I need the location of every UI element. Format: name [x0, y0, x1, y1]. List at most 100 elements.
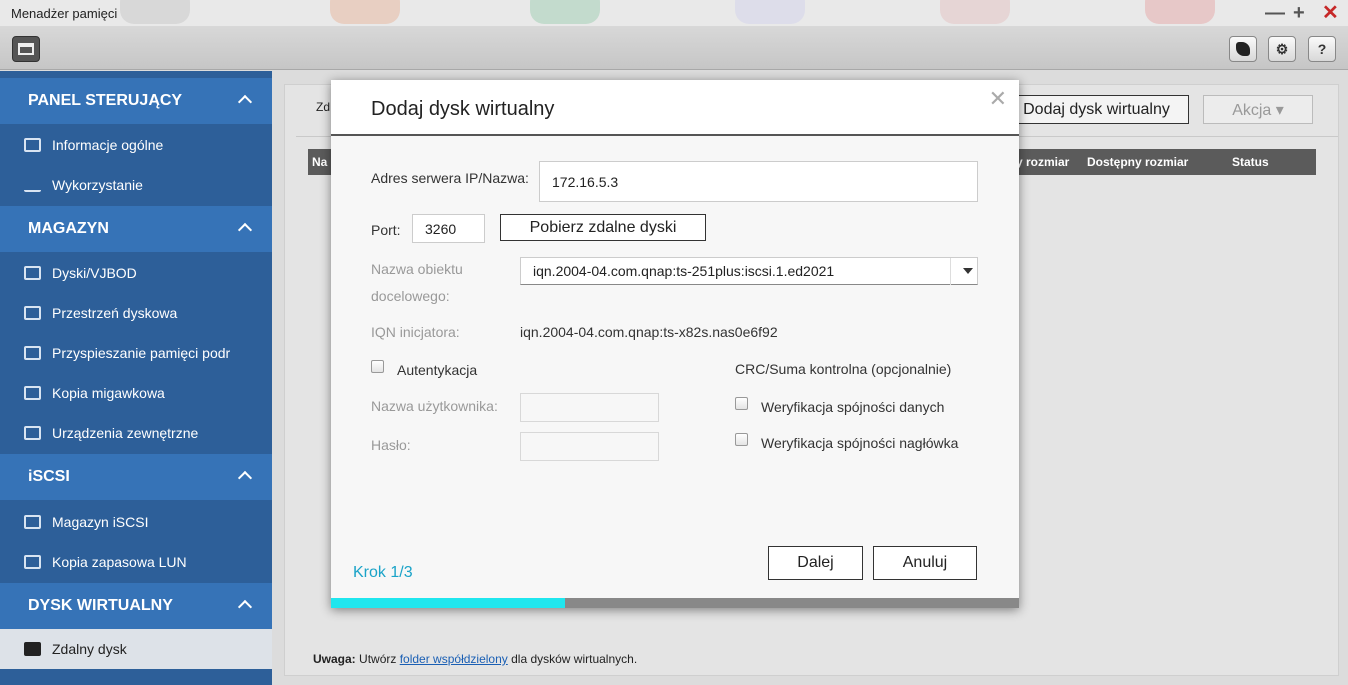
background-app-icon [120, 0, 190, 24]
dialog-title: Dodaj dysk wirtualny [371, 98, 555, 120]
help-button[interactable]: ? [1308, 36, 1336, 62]
auth-label: Autentykacja [397, 362, 478, 378]
external-device-icon [24, 426, 41, 440]
sidebar-item-przyspieszanie[interactable]: Przyspieszanie pamięci podr [0, 333, 272, 373]
password-label: Hasło: [371, 437, 411, 453]
sidebar-item-zdalny-dysk[interactable]: Zdalny dysk [0, 629, 272, 669]
dialog-header: Dodaj dysk wirtualny ✕ [331, 80, 1019, 136]
sidebar-item-wykorzystanie[interactable]: Wykorzystanie [0, 165, 272, 205]
chevron-down-icon [963, 268, 973, 274]
lun-backup-icon [24, 555, 41, 569]
fetch-remote-disks-button[interactable]: Pobierz zdalne dyski [500, 214, 706, 241]
sidebar: PANEL STERUJĄCY Informacje ogólne Wykorz… [0, 71, 272, 685]
background-app-icon [1145, 0, 1215, 24]
action-dropdown-button[interactable]: Akcja ▾ [1203, 95, 1313, 124]
sidebar-item-label: Przestrzeń dyskowa [52, 305, 178, 321]
sidebar-item-kopia-migawkowa[interactable]: Kopia migawkowa [0, 373, 272, 413]
sidebar-item-label: Kopia zapasowa LUN [52, 554, 187, 570]
iscsi-storage-icon [24, 515, 41, 529]
section-title: DYSK WIRTUALNY [28, 597, 173, 614]
target-select[interactable]: iqn.2004-04.com.qnap:ts-251plus:iscsi.1.… [520, 257, 978, 285]
sidebar-item-label: Kopia migawkowa [52, 385, 165, 401]
auth-checkbox[interactable] [371, 360, 384, 373]
next-button[interactable]: Dalej [768, 546, 863, 580]
column-size[interactable]: y rozmiar [1016, 155, 1069, 169]
target-label-line1: Nazwa obiektu [371, 261, 463, 277]
sidebar-item-label: Przyspieszanie pamięci podr [52, 345, 231, 361]
app-logo-icon [1236, 42, 1250, 56]
window-title-bar: Menadżer pamięci — + ✕ [0, 0, 1348, 26]
target-selected-value: iqn.2004-04.com.qnap:ts-251plus:iscsi.1.… [533, 263, 835, 279]
section-dysk-wirtualny[interactable]: DYSK WIRTUALNY [0, 583, 272, 629]
shared-folder-link[interactable]: folder współdzielony [400, 652, 508, 666]
target-label-line2: docelowego: [371, 288, 450, 304]
window-title: Menadżer pamięci [11, 6, 118, 21]
data-digest-label: Weryfikacja spójności danych [761, 399, 945, 415]
close-window-button[interactable]: ✕ [1322, 2, 1339, 24]
username-input[interactable] [520, 393, 659, 422]
sidebar-item-magazyn-iscsi[interactable]: Magazyn iSCSI [0, 502, 272, 542]
bars-chart-icon [24, 178, 41, 192]
password-input[interactable] [520, 432, 659, 461]
data-digest-checkbox[interactable] [735, 397, 748, 410]
minimize-button[interactable]: — [1265, 2, 1285, 24]
sidebar-item-dyski[interactable]: Dyski/VJBOD [0, 253, 272, 293]
sidebar-item-kopia-zapasowa-lun[interactable]: Kopia zapasowa LUN [0, 542, 272, 582]
sidebar-item-label: Wykorzystanie [52, 177, 143, 193]
tab-zdalny-dysk[interactable]: Zd [316, 100, 330, 114]
cancel-button[interactable]: Anuluj [873, 546, 977, 580]
note: Uwaga: Utwórz folder współdzielony dla d… [313, 652, 637, 666]
layout-icon [18, 43, 34, 55]
disk-icon [24, 266, 41, 280]
section-iscsi[interactable]: iSCSI [0, 454, 272, 500]
crc-label: CRC/Suma kontrolna (opcjonalnie) [735, 361, 952, 377]
initiator-value: iqn.2004-04.com.qnap:ts-x82s.nas0e6f92 [520, 324, 778, 340]
section-panel-sterujacy[interactable]: PANEL STERUJĄCY [0, 78, 272, 124]
chevron-up-icon [237, 470, 253, 486]
background-app-icon [940, 0, 1010, 24]
progress-fill [331, 598, 565, 608]
gear-icon: ⚙ [1275, 40, 1289, 57]
step-indicator: Krok 1/3 [353, 564, 413, 581]
sidebar-item-label: Zdalny dysk [52, 641, 127, 657]
port-input[interactable]: 3260 [412, 214, 485, 243]
toggle-sidebar-button[interactable] [12, 36, 40, 62]
toolbar: ⚙ ? [0, 26, 1348, 70]
wizard-progress-bar [331, 598, 1019, 608]
settings-button[interactable]: ⚙ [1268, 36, 1296, 62]
close-icon[interactable]: ✕ [989, 86, 1007, 112]
column-status[interactable]: Status [1232, 155, 1269, 169]
note-prefix: Uwaga: [313, 652, 356, 666]
server-address-label: Adres serwera IP/Nazwa: [371, 170, 529, 186]
add-virtual-disk-dialog: Dodaj dysk wirtualny ✕ Adres serwera IP/… [331, 80, 1019, 608]
header-digest-checkbox[interactable] [735, 433, 748, 446]
server-address-input[interactable]: 172.16.5.3 [539, 161, 978, 202]
select-divider [950, 258, 951, 285]
sidebar-item-label: Magazyn iSCSI [52, 514, 149, 530]
background-app-icon [530, 0, 600, 24]
snapshot-icon [24, 386, 41, 400]
help-label: ? [1317, 41, 1327, 57]
list-icon [24, 138, 41, 152]
header-digest-label: Weryfikacja spójności nagłówka [761, 435, 959, 451]
chevron-up-icon [237, 222, 253, 238]
background-app-icon [735, 0, 805, 24]
maximize-button[interactable]: + [1293, 2, 1305, 24]
chevron-up-icon [237, 94, 253, 110]
storage-stack-icon [24, 306, 41, 320]
column-available-size[interactable]: Dostępny rozmiar [1087, 155, 1188, 169]
sidebar-item-label: Dyski/VJBOD [52, 265, 137, 281]
chevron-up-icon [237, 599, 253, 615]
sidebar-item-urzadzenia-zewnetrzne[interactable]: Urządzenia zewnętrzne [0, 413, 272, 453]
sidebar-item-informacje-ogolne[interactable]: Informacje ogólne [0, 125, 272, 165]
background-app-icon [330, 0, 400, 24]
feedback-button[interactable] [1229, 36, 1257, 62]
section-magazyn[interactable]: MAGAZYN [0, 206, 272, 252]
remote-disk-icon [24, 642, 41, 656]
sidebar-item-przestrzen-dyskowa[interactable]: Przestrzeń dyskowa [0, 293, 272, 333]
add-virtual-disk-button[interactable]: Dodaj dysk wirtualny [1004, 95, 1189, 124]
column-name[interactable]: Na [312, 155, 327, 169]
username-label: Nazwa użytkownika: [371, 398, 498, 414]
cache-drive-icon [24, 346, 41, 360]
note-text: dla dysków wirtualnych. [507, 652, 638, 666]
